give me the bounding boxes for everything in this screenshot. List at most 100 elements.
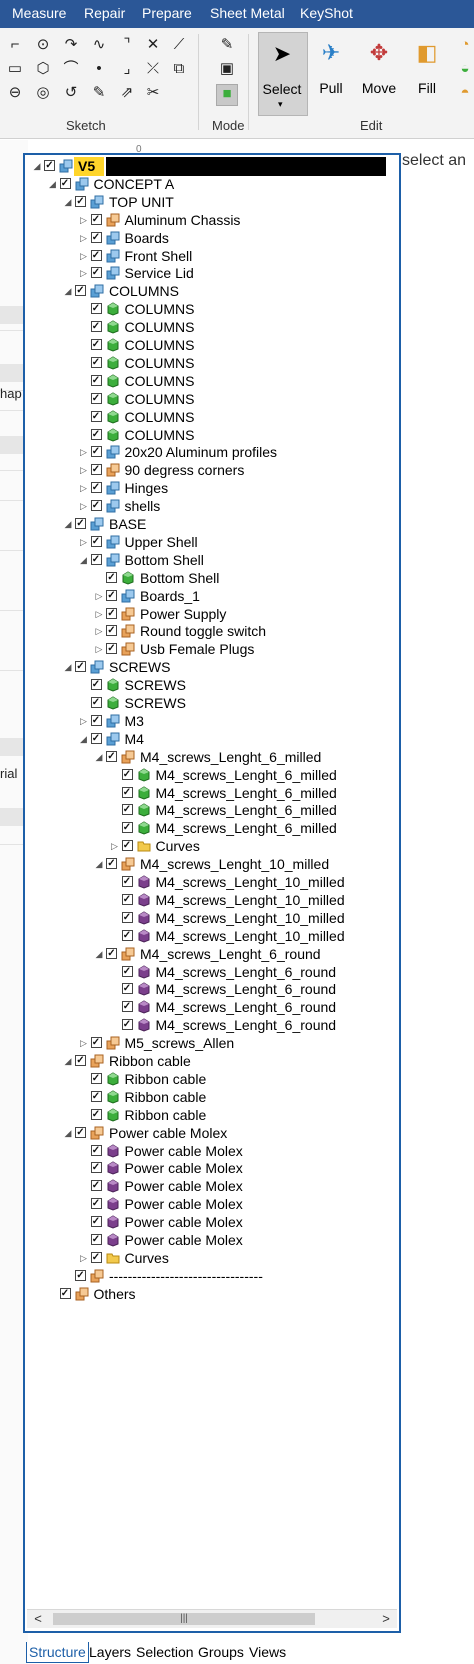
scroll-left-icon[interactable]: < bbox=[31, 1611, 45, 1627]
visibility-checkbox[interactable]: ✓ bbox=[90, 249, 102, 261]
visibility-checkbox[interactable]: ✓ bbox=[121, 768, 133, 780]
tree-node[interactable]: ▷ ✓ 90 degress corners bbox=[79, 461, 396, 480]
visibility-checkbox[interactable]: ✓ bbox=[106, 589, 117, 601]
tree-node[interactable]: ✓ M4_screws_Lenght_10_milled bbox=[110, 891, 396, 910]
tree-node[interactable]: ✓ Power cable Molex bbox=[79, 1177, 396, 1196]
visibility-checkbox[interactable]: ✓ bbox=[90, 482, 102, 494]
collapse-triangle-icon[interactable]: ◢ bbox=[63, 662, 73, 672]
tree-node[interactable]: ◢ ✓ M4_screws_Lenght_6_round bbox=[94, 945, 395, 964]
visibility-checkbox[interactable]: ✓ bbox=[44, 160, 55, 171]
tab-structure[interactable]: Structure bbox=[26, 1642, 89, 1663]
visibility-checkbox[interactable]: ✓ bbox=[75, 1055, 86, 1066]
tree-node[interactable]: ✓ COLUMNS bbox=[79, 372, 396, 391]
tree-node[interactable]: ▷ ✓ Curves bbox=[110, 837, 396, 856]
section-mode-icon[interactable]: ▣ bbox=[218, 60, 236, 78]
tree-node[interactable]: ▷ ✓ Boards_1 bbox=[94, 587, 395, 606]
visibility-checkbox[interactable]: ✓ bbox=[90, 1072, 102, 1084]
tree-node[interactable]: ▷ ✓ Round toggle switch bbox=[94, 622, 395, 641]
visibility-checkbox[interactable]: ✓ bbox=[75, 518, 86, 529]
tree-node[interactable]: ▷ ✓ Aluminum Chassis bbox=[79, 211, 396, 230]
tree-node[interactable]: ✓ M4_screws_Lenght_6_milled bbox=[110, 819, 396, 838]
bend-tool-icon[interactable]: ✎ bbox=[90, 84, 108, 102]
tab-layers[interactable]: Layers bbox=[89, 1642, 131, 1662]
tree-node[interactable]: ▷ ✓ Front Shell bbox=[79, 247, 396, 266]
visibility-checkbox[interactable]: ✓ bbox=[106, 571, 117, 583]
visibility-checkbox[interactable]: ✓ bbox=[59, 1287, 71, 1299]
collapse-triangle-icon[interactable]: ◢ bbox=[79, 734, 89, 744]
tree-node[interactable]: ◢ ✓ BASE bbox=[63, 515, 395, 534]
tree-node[interactable]: ✓ COLUMNS bbox=[79, 300, 396, 319]
scissors-tool-icon[interactable]: ✂ bbox=[144, 84, 162, 102]
expand-triangle-icon[interactable]: ▷ bbox=[79, 537, 89, 547]
three-point-circle-icon[interactable]: ◎ bbox=[34, 84, 52, 102]
tab-selection[interactable]: Selection bbox=[136, 1642, 194, 1662]
visibility-checkbox[interactable]: ✓ bbox=[90, 446, 102, 458]
tree-node[interactable]: ✓ Ribbon cable bbox=[79, 1088, 396, 1107]
tree-node[interactable]: ✓ M4_screws_Lenght_10_milled bbox=[110, 909, 396, 928]
visibility-checkbox[interactable]: ✓ bbox=[121, 840, 133, 852]
visibility-checkbox[interactable]: ✓ bbox=[90, 535, 102, 547]
tree-node[interactable]: ✓ Ribbon cable bbox=[79, 1106, 396, 1125]
menu-keyshot[interactable]: KeyShot bbox=[300, 5, 353, 21]
visibility-checkbox[interactable]: ✓ bbox=[106, 947, 117, 959]
collapse-triangle-icon[interactable]: ◢ bbox=[63, 1128, 73, 1138]
tree-node[interactable]: ✓ Power cable Molex bbox=[79, 1213, 396, 1232]
visibility-checkbox[interactable]: ✓ bbox=[90, 1251, 102, 1263]
visibility-checkbox[interactable]: ✓ bbox=[121, 911, 133, 923]
spline-tool-icon[interactable]: ∿ bbox=[90, 36, 108, 54]
tree-node[interactable]: ✓ M4_screws_Lenght_6_round bbox=[110, 998, 396, 1017]
visibility-checkbox[interactable]: ✓ bbox=[106, 643, 117, 655]
tree-node[interactable]: ✓ COLUMNS bbox=[79, 336, 396, 355]
visibility-checkbox[interactable]: ✓ bbox=[90, 679, 102, 691]
visibility-checkbox[interactable]: ✓ bbox=[121, 983, 133, 995]
tree-node[interactable]: ✓ SCREWS bbox=[79, 676, 396, 695]
visibility-checkbox[interactable]: ✓ bbox=[90, 303, 102, 315]
tree-node[interactable]: ◢ ✓ Ribbon cable bbox=[63, 1052, 395, 1071]
visibility-checkbox[interactable]: ✓ bbox=[90, 428, 102, 440]
tree-node[interactable]: ◢ ✓ TOP UNIT bbox=[63, 193, 395, 212]
menu-sheet-metal[interactable]: Sheet Metal bbox=[210, 5, 285, 21]
tree-node[interactable]: ✓ COLUMNS bbox=[79, 354, 396, 373]
visibility-checkbox[interactable]: ✓ bbox=[90, 213, 102, 225]
collapse-triangle-icon[interactable]: ◢ bbox=[32, 161, 42, 171]
tree-node[interactable]: ✓ M4_screws_Lenght_6_milled bbox=[110, 766, 396, 785]
collapse-triangle-icon[interactable]: ◢ bbox=[79, 555, 89, 565]
horizontal-scrollbar[interactable]: < ||| > bbox=[27, 1609, 397, 1628]
visibility-checkbox[interactable]: ✓ bbox=[90, 500, 102, 512]
visibility-checkbox[interactable]: ✓ bbox=[90, 1198, 102, 1210]
tree-node[interactable]: ✓ COLUMNS bbox=[79, 318, 396, 337]
visibility-checkbox[interactable]: ✓ bbox=[121, 822, 133, 834]
tree-node[interactable]: ▷ ✓ Power Supply bbox=[94, 605, 395, 624]
tree-node[interactable]: ✓ M4_screws_Lenght_6_round bbox=[110, 1016, 396, 1035]
visibility-checkbox[interactable]: ✓ bbox=[121, 786, 133, 798]
collapse-triangle-icon[interactable]: ◢ bbox=[63, 1056, 73, 1066]
rectangle-tool-icon[interactable]: ▭ bbox=[6, 60, 24, 78]
visibility-checkbox[interactable]: ✓ bbox=[90, 697, 102, 708]
tab-views[interactable]: Views bbox=[249, 1642, 286, 1662]
expand-triangle-icon[interactable]: ▷ bbox=[94, 626, 104, 636]
tree-node[interactable]: ◢ ✓ M4 bbox=[79, 730, 396, 749]
visibility-checkbox[interactable]: ✓ bbox=[90, 553, 102, 565]
visibility-checkbox[interactable]: ✓ bbox=[90, 356, 102, 368]
visibility-checkbox[interactable]: ✓ bbox=[90, 1090, 102, 1102]
menu-prepare[interactable]: Prepare bbox=[142, 5, 192, 21]
expand-triangle-icon[interactable]: ▷ bbox=[79, 716, 89, 726]
expand-triangle-icon[interactable]: ▷ bbox=[79, 483, 89, 493]
pull-button[interactable]: ✈ Pull bbox=[308, 32, 354, 114]
visibility-checkbox[interactable]: ✓ bbox=[90, 1234, 102, 1245]
split-tool-icon[interactable]: ⤫ bbox=[144, 60, 162, 78]
polygon-tool-icon[interactable]: ⬡ bbox=[34, 60, 52, 78]
dropdown-arrow-icon[interactable]: ▾ bbox=[278, 99, 283, 110]
visibility-checkbox[interactable]: ✓ bbox=[90, 714, 102, 726]
expand-triangle-icon[interactable]: ▷ bbox=[94, 609, 104, 619]
offset-tool-icon[interactable]: ⟋ bbox=[170, 36, 188, 54]
visibility-checkbox[interactable]: ✓ bbox=[90, 732, 102, 744]
visibility-checkbox[interactable]: ✓ bbox=[106, 625, 117, 637]
expand-triangle-icon[interactable]: ▷ bbox=[79, 1253, 89, 1263]
visibility-checkbox[interactable]: ✓ bbox=[90, 1162, 102, 1174]
visibility-checkbox[interactable]: ✓ bbox=[121, 804, 133, 816]
tree-node[interactable]: ▷ ✓ shells bbox=[79, 497, 396, 516]
tree-node[interactable]: ✓ Power cable Molex bbox=[79, 1142, 396, 1161]
menu-repair[interactable]: Repair bbox=[84, 5, 125, 21]
expand-triangle-icon[interactable]: ▷ bbox=[79, 233, 89, 243]
